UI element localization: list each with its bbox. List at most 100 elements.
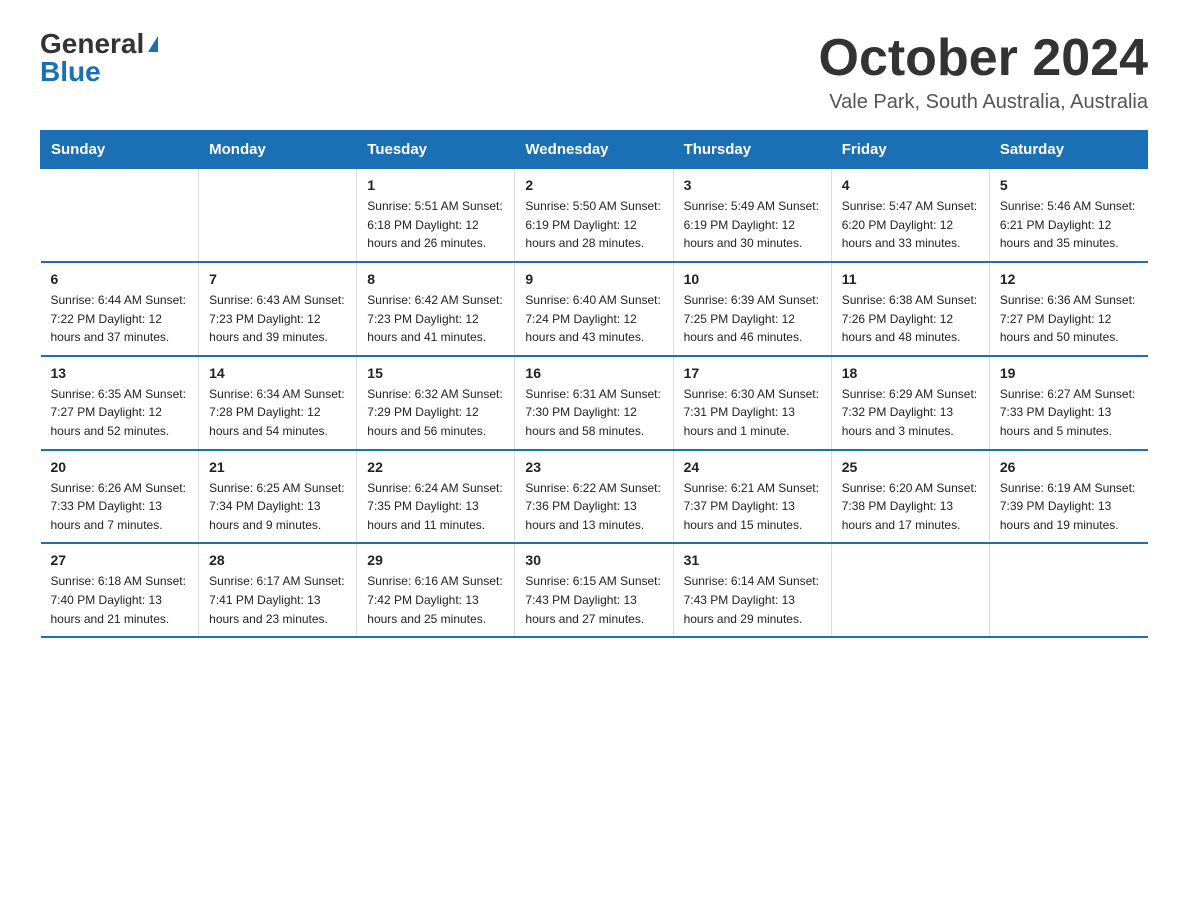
calendar-cell: 29Sunrise: 6:16 AM Sunset: 7:42 PM Dayli… <box>357 543 515 637</box>
calendar-cell: 21 Sunrise: 6:25 AM Sunset: 7:34 PM Dayli… <box>199 450 357 544</box>
day-number: 12 <box>1000 271 1138 287</box>
header-day-saturday: Saturday <box>989 131 1147 169</box>
day-number: 2 <box>525 177 662 193</box>
day-info: Sunrise: 5:51 AM Sunset: 6:18 PM Dayligh… <box>367 197 504 253</box>
day-number: 27 <box>51 552 189 568</box>
day-number: 25 <box>842 459 979 475</box>
calendar-cell: 20 Sunrise: 6:26 AM Sunset: 7:33 PM Dayli… <box>41 450 199 544</box>
day-info: Sunrise: 5:46 AM Sunset: 6:21 PM Dayligh… <box>1000 197 1138 253</box>
day-number: 30 <box>525 552 662 568</box>
day-number: 20 <box>51 459 189 475</box>
day-number: 17 <box>684 365 821 381</box>
calendar-cell: 9 Sunrise: 6:40 AM Sunset: 7:24 PM Daylig… <box>515 262 673 356</box>
calendar-cell: 19 Sunrise: 6:27 AM Sunset: 7:33 PM Dayli… <box>989 356 1147 450</box>
calendar-cell: 7Sunrise: 6:43 AM Sunset: 7:23 PM Daylig… <box>199 262 357 356</box>
title-section: October 2024 Vale Park, South Australia,… <box>819 30 1149 114</box>
calendar-cell: 2 Sunrise: 5:50 AM Sunset: 6:19 PM Daylig… <box>515 169 673 262</box>
day-info: Sunrise: 6:14 AM Sunset: 7:43 PM Dayligh… <box>684 572 821 628</box>
calendar-cell: 12 Sunrise: 6:36 AM Sunset: 7:27 PM Dayli… <box>989 262 1147 356</box>
day-info: Sunrise: 6:40 AM Sunset: 7:24 PM Dayligh… <box>525 291 662 347</box>
day-number: 21 <box>209 459 346 475</box>
logo-general-text: General <box>40 30 144 58</box>
calendar-cell: 23Sunrise: 6:22 AM Sunset: 7:36 PM Dayli… <box>515 450 673 544</box>
week-row-4: 20 Sunrise: 6:26 AM Sunset: 7:33 PM Dayli… <box>41 450 1148 544</box>
day-info: Sunrise: 6:35 AM Sunset: 7:27 PM Dayligh… <box>51 385 189 441</box>
day-info: Sunrise: 6:15 AM Sunset: 7:43 PM Dayligh… <box>525 572 662 628</box>
day-number: 6 <box>51 271 189 287</box>
week-row-1: 1Sunrise: 5:51 AM Sunset: 6:18 PM Daylig… <box>41 169 1148 262</box>
day-info: Sunrise: 6:31 AM Sunset: 7:30 PM Dayligh… <box>525 385 662 441</box>
day-number: 19 <box>1000 365 1138 381</box>
calendar-cell <box>831 543 989 637</box>
day-info: Sunrise: 6:19 AM Sunset: 7:39 PM Dayligh… <box>1000 479 1138 535</box>
logo-triangle-icon <box>148 36 158 52</box>
day-number: 26 <box>1000 459 1138 475</box>
day-number: 18 <box>842 365 979 381</box>
calendar-cell: 14 Sunrise: 6:34 AM Sunset: 7:28 PM Dayli… <box>199 356 357 450</box>
header-day-thursday: Thursday <box>673 131 831 169</box>
day-info: Sunrise: 6:25 AM Sunset: 7:34 PM Dayligh… <box>209 479 346 535</box>
calendar-cell: 6 Sunrise: 6:44 AM Sunset: 7:22 PM Daylig… <box>41 262 199 356</box>
month-title: October 2024 <box>819 30 1149 87</box>
day-info: Sunrise: 6:20 AM Sunset: 7:38 PM Dayligh… <box>842 479 979 535</box>
calendar-table: SundayMondayTuesdayWednesdayThursdayFrid… <box>40 130 1148 638</box>
day-info: Sunrise: 6:17 AM Sunset: 7:41 PM Dayligh… <box>209 572 346 628</box>
day-number: 9 <box>525 271 662 287</box>
day-number: 16 <box>525 365 662 381</box>
day-info: Sunrise: 6:42 AM Sunset: 7:23 PM Dayligh… <box>367 291 504 347</box>
day-number: 15 <box>367 365 504 381</box>
day-info: Sunrise: 6:44 AM Sunset: 7:22 PM Dayligh… <box>51 291 189 347</box>
week-row-3: 13 Sunrise: 6:35 AM Sunset: 7:27 PM Dayli… <box>41 356 1148 450</box>
calendar-cell: 18 Sunrise: 6:29 AM Sunset: 7:32 PM Dayli… <box>831 356 989 450</box>
day-info: Sunrise: 6:32 AM Sunset: 7:29 PM Dayligh… <box>367 385 504 441</box>
day-number: 14 <box>209 365 346 381</box>
week-row-2: 6 Sunrise: 6:44 AM Sunset: 7:22 PM Daylig… <box>41 262 1148 356</box>
day-info: Sunrise: 6:36 AM Sunset: 7:27 PM Dayligh… <box>1000 291 1138 347</box>
page-header: General Blue October 2024 Vale Park, Sou… <box>40 30 1148 114</box>
day-number: 24 <box>684 459 821 475</box>
calendar-cell: 13 Sunrise: 6:35 AM Sunset: 7:27 PM Dayli… <box>41 356 199 450</box>
day-info: Sunrise: 6:24 AM Sunset: 7:35 PM Dayligh… <box>367 479 504 535</box>
calendar-cell: 11 Sunrise: 6:38 AM Sunset: 7:26 PM Dayli… <box>831 262 989 356</box>
week-row-5: 27Sunrise: 6:18 AM Sunset: 7:40 PM Dayli… <box>41 543 1148 637</box>
day-info: Sunrise: 6:27 AM Sunset: 7:33 PM Dayligh… <box>1000 385 1138 441</box>
day-info: Sunrise: 6:26 AM Sunset: 7:33 PM Dayligh… <box>51 479 189 535</box>
calendar-cell: 4Sunrise: 5:47 AM Sunset: 6:20 PM Daylig… <box>831 169 989 262</box>
day-number: 13 <box>51 365 189 381</box>
day-number: 22 <box>367 459 504 475</box>
day-info: Sunrise: 6:34 AM Sunset: 7:28 PM Dayligh… <box>209 385 346 441</box>
calendar-cell: 26 Sunrise: 6:19 AM Sunset: 7:39 PM Dayli… <box>989 450 1147 544</box>
header-day-friday: Friday <box>831 131 989 169</box>
calendar-cell: 27Sunrise: 6:18 AM Sunset: 7:40 PM Dayli… <box>41 543 199 637</box>
day-info: Sunrise: 6:16 AM Sunset: 7:42 PM Dayligh… <box>367 572 504 628</box>
day-info: Sunrise: 6:22 AM Sunset: 7:36 PM Dayligh… <box>525 479 662 535</box>
location-text: Vale Park, South Australia, Australia <box>819 91 1149 114</box>
day-number: 11 <box>842 271 979 287</box>
header-day-monday: Monday <box>199 131 357 169</box>
day-number: 8 <box>367 271 504 287</box>
day-number: 31 <box>684 552 821 568</box>
calendar-cell: 10 Sunrise: 6:39 AM Sunset: 7:25 PM Dayli… <box>673 262 831 356</box>
calendar-cell: 31 Sunrise: 6:14 AM Sunset: 7:43 PM Dayli… <box>673 543 831 637</box>
calendar-cell: 24 Sunrise: 6:21 AM Sunset: 7:37 PM Dayli… <box>673 450 831 544</box>
calendar-cell: 17Sunrise: 6:30 AM Sunset: 7:31 PM Dayli… <box>673 356 831 450</box>
day-info: Sunrise: 5:50 AM Sunset: 6:19 PM Dayligh… <box>525 197 662 253</box>
calendar-body: 1Sunrise: 5:51 AM Sunset: 6:18 PM Daylig… <box>41 169 1148 637</box>
day-info: Sunrise: 6:38 AM Sunset: 7:26 PM Dayligh… <box>842 291 979 347</box>
calendar-cell: 28 Sunrise: 6:17 AM Sunset: 7:41 PM Dayli… <box>199 543 357 637</box>
day-info: Sunrise: 6:29 AM Sunset: 7:32 PM Dayligh… <box>842 385 979 441</box>
header-day-tuesday: Tuesday <box>357 131 515 169</box>
header-day-sunday: Sunday <box>41 131 199 169</box>
day-info: Sunrise: 6:39 AM Sunset: 7:25 PM Dayligh… <box>684 291 821 347</box>
day-number: 28 <box>209 552 346 568</box>
day-info: Sunrise: 5:49 AM Sunset: 6:19 PM Dayligh… <box>684 197 821 253</box>
day-number: 5 <box>1000 177 1138 193</box>
day-number: 10 <box>684 271 821 287</box>
logo: General Blue <box>40 30 158 86</box>
calendar-cell: 5 Sunrise: 5:46 AM Sunset: 6:21 PM Daylig… <box>989 169 1147 262</box>
calendar-cell: 3Sunrise: 5:49 AM Sunset: 6:19 PM Daylig… <box>673 169 831 262</box>
days-row: SundayMondayTuesdayWednesdayThursdayFrid… <box>41 131 1148 169</box>
day-number: 7 <box>209 271 346 287</box>
day-number: 4 <box>842 177 979 193</box>
day-info: Sunrise: 6:21 AM Sunset: 7:37 PM Dayligh… <box>684 479 821 535</box>
